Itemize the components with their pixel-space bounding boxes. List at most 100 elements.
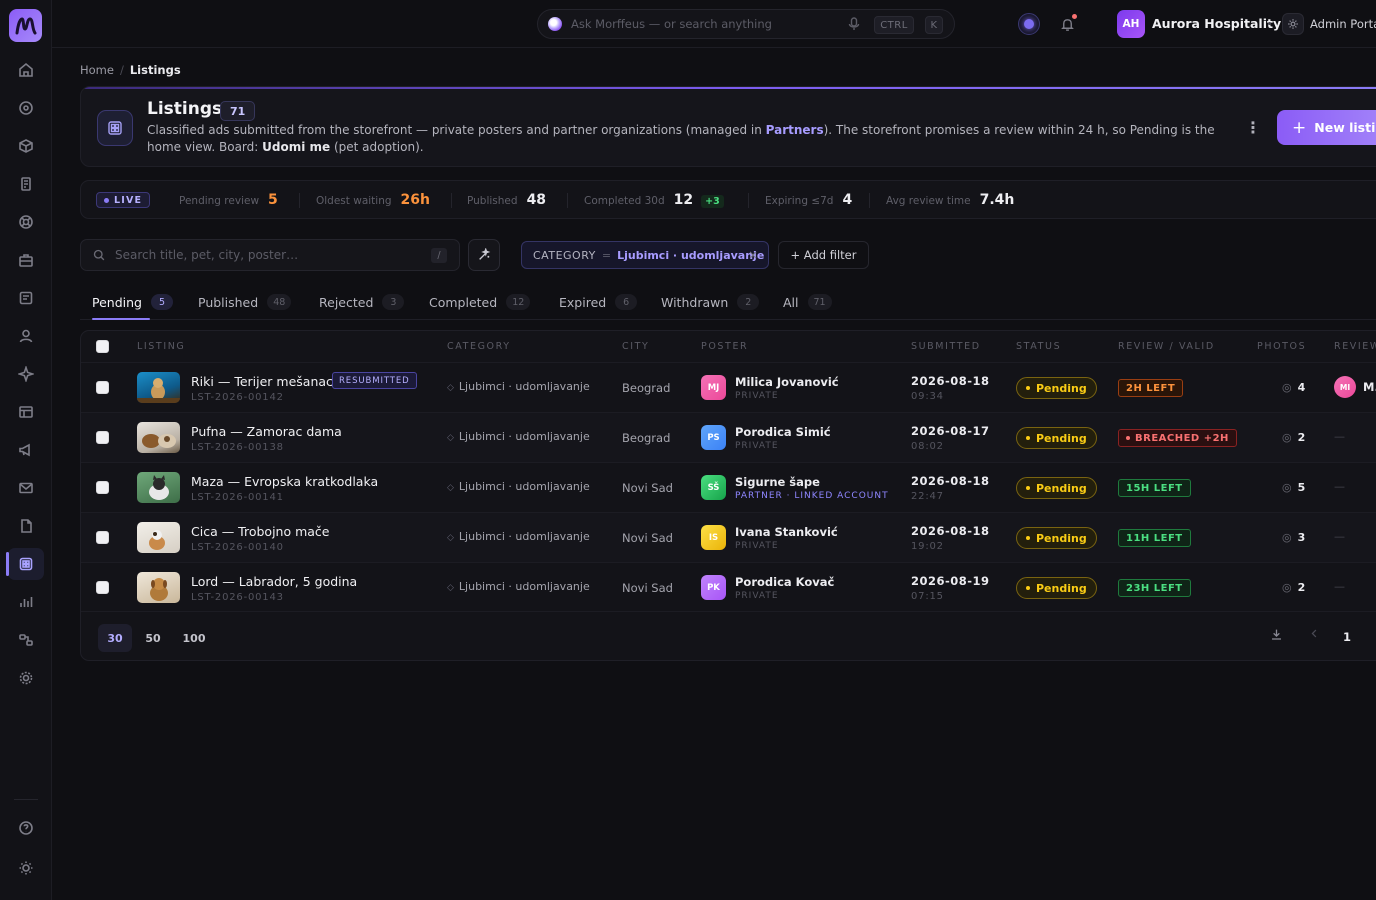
- tab-pending[interactable]: Pending 5: [92, 284, 173, 320]
- sun-icon: [19, 861, 33, 875]
- org-avatar[interactable]: AH: [1117, 10, 1145, 38]
- sidebar-item-support[interactable]: [16, 212, 36, 232]
- chevron-left-icon[interactable]: [1309, 628, 1320, 642]
- ai-filter-button[interactable]: [468, 239, 500, 271]
- sidebar-item-analytics[interactable]: [16, 592, 36, 612]
- listing-title[interactable]: Pufna — Zamorac dama: [191, 424, 342, 439]
- col-header-photos[interactable]: PHOTOS: [1257, 341, 1306, 352]
- sidebar-item-help[interactable]: [16, 818, 36, 838]
- partners-link[interactable]: Partners: [766, 123, 824, 137]
- tab-rejected[interactable]: Rejected 3: [319, 284, 405, 320]
- listing-title[interactable]: Lord — Labrador, 5 godina: [191, 574, 357, 589]
- stat-oldest-waiting[interactable]: Oldest waiting 26h: [316, 192, 430, 208]
- notifications-button[interactable]: [1056, 13, 1078, 35]
- page-size-100[interactable]: 100: [176, 624, 212, 652]
- assistant-button[interactable]: [1018, 13, 1040, 35]
- sidebar-item-layout[interactable]: [16, 402, 36, 422]
- col-header-category[interactable]: CATEGORY: [447, 341, 511, 352]
- page-size-50[interactable]: 50: [136, 624, 170, 652]
- new-listing-button[interactable]: + New listing: [1277, 110, 1376, 145]
- poster-name[interactable]: Milica Jovanović: [735, 375, 839, 389]
- sidebar-item-home[interactable]: [16, 60, 36, 80]
- kebab-icon: ⋮: [1245, 117, 1261, 137]
- sidebar-item-forms[interactable]: [16, 288, 36, 308]
- poster-name[interactable]: Porodica Simić: [735, 425, 831, 439]
- sidebar-item-listings[interactable]: [16, 554, 36, 574]
- breadcrumb-separator: /: [119, 63, 124, 77]
- sidebar-item-integrations[interactable]: [16, 630, 36, 650]
- stat-avg-review-time[interactable]: Avg review time 7.4h: [886, 192, 1014, 208]
- stat-value: 12: [673, 192, 694, 208]
- sidebar-item-business[interactable]: [16, 250, 36, 270]
- col-header-status[interactable]: STATUS: [1016, 341, 1061, 352]
- listing-title[interactable]: Riki — Terijer mešanac: [191, 374, 333, 389]
- sidebar-item-pages[interactable]: [16, 516, 36, 536]
- col-header-reviewer[interactable]: REVIEWER: [1334, 341, 1376, 352]
- stat-expiring[interactable]: Expiring ≤7d 4: [765, 192, 852, 208]
- close-icon[interactable]: ×: [748, 248, 758, 262]
- download-icon[interactable]: [1270, 628, 1283, 644]
- table-row[interactable]: Riki — Terijer mešanac RESUBMITTED LST-2…: [81, 362, 1376, 412]
- breadcrumb-home[interactable]: Home: [80, 63, 114, 77]
- sidebar-item-ai[interactable]: [16, 364, 36, 384]
- submitted-date: 2026-08-19: [911, 574, 990, 588]
- stat-completed-30d[interactable]: Completed 30d 12 +3: [584, 192, 724, 208]
- sidebar-item-discover[interactable]: [16, 98, 36, 118]
- admin-portal-link[interactable]: Admin Portal: [1310, 17, 1376, 31]
- sidebar-item-campaigns[interactable]: [16, 440, 36, 460]
- sidebar-item-documents[interactable]: [16, 174, 36, 194]
- stat-published[interactable]: Published 48: [467, 192, 546, 208]
- tab-all[interactable]: All 71: [783, 284, 832, 320]
- table-row[interactable]: Lord — Labrador, 5 godina LST-2026-00143…: [81, 562, 1376, 612]
- page-size-30[interactable]: 30: [98, 624, 132, 652]
- reviewer[interactable]: MI M.: [1334, 376, 1376, 398]
- tab-published[interactable]: Published 48: [198, 284, 292, 320]
- sidebar-item-inbox[interactable]: [16, 478, 36, 498]
- col-header-submitted[interactable]: SUBMITTED: [911, 341, 981, 352]
- desc-text-1: Classified ads submitted from the storef…: [147, 123, 766, 137]
- app-logo[interactable]: [9, 9, 42, 42]
- sidebar-item-settings[interactable]: [16, 668, 36, 688]
- row-checkbox[interactable]: [96, 531, 109, 544]
- row-checkbox[interactable]: [96, 381, 109, 394]
- col-header-city[interactable]: CITY: [622, 341, 649, 352]
- sidebar-item-products[interactable]: [16, 136, 36, 156]
- poster-name[interactable]: Ivana Stanković: [735, 525, 838, 539]
- stat-pending-review[interactable]: Pending review 5: [179, 192, 278, 208]
- poster-name[interactable]: Sigurne šape: [735, 475, 820, 489]
- global-search[interactable]: Ask Morffeus — or search anything CTRL K: [537, 9, 955, 39]
- status-label: Pending: [1036, 381, 1087, 395]
- sidebar-item-theme[interactable]: [16, 858, 36, 878]
- col-header-poster[interactable]: POSTER: [701, 341, 748, 352]
- row-checkbox[interactable]: [96, 481, 109, 494]
- current-page[interactable]: 1: [1343, 630, 1351, 644]
- listing-title[interactable]: Maza — Evropska kratkodlaka: [191, 474, 378, 489]
- more-actions-button[interactable]: ⋮: [1239, 113, 1267, 141]
- col-header-listing[interactable]: LISTING: [137, 341, 185, 352]
- status-dot-icon: [1026, 536, 1030, 540]
- table-row[interactable]: Cica — Trobojno mače LST-2026-00140 ◇ Lju…: [81, 512, 1376, 562]
- poster-name[interactable]: Porodica Kovač: [735, 575, 834, 589]
- submitted-date: 2026-08-18: [911, 474, 990, 488]
- add-filter-button[interactable]: + Add filter: [778, 241, 869, 269]
- table-row[interactable]: Maza — Evropska kratkodlaka LST-2026-001…: [81, 462, 1376, 512]
- listing-title[interactable]: Cica — Trobojno mače: [191, 524, 330, 539]
- microphone-icon[interactable]: [848, 17, 860, 34]
- table-row[interactable]: Pufna — Zamorac dama LST-2026-00138 ◇ Lju…: [81, 412, 1376, 462]
- filter-chip-category[interactable]: CATEGORY = Ljubimci · udomljavanje ×: [521, 241, 769, 269]
- camera-icon: ◎: [1282, 481, 1292, 494]
- tab-count: 2: [737, 294, 760, 310]
- admin-portal-icon[interactable]: [1282, 13, 1304, 35]
- tab-expired[interactable]: Expired 6: [559, 284, 638, 320]
- select-all-checkbox[interactable]: [96, 340, 109, 353]
- poster-avatar: IS: [701, 525, 726, 550]
- row-checkbox[interactable]: [96, 581, 109, 594]
- sidebar-item-users[interactable]: [16, 326, 36, 346]
- org-name[interactable]: Aurora Hospitality: [1152, 16, 1281, 31]
- row-checkbox[interactable]: [96, 431, 109, 444]
- stats-bar: LIVE Pending review 5 Oldest waiting 26h P…: [80, 180, 1376, 219]
- tab-withdrawn[interactable]: Withdrawn 2: [661, 284, 760, 320]
- listing-search-input[interactable]: Search title, pet, city, poster… /: [80, 239, 460, 271]
- tab-completed[interactable]: Completed 12: [429, 284, 531, 320]
- col-header-review[interactable]: REVIEW / VALID: [1118, 341, 1215, 352]
